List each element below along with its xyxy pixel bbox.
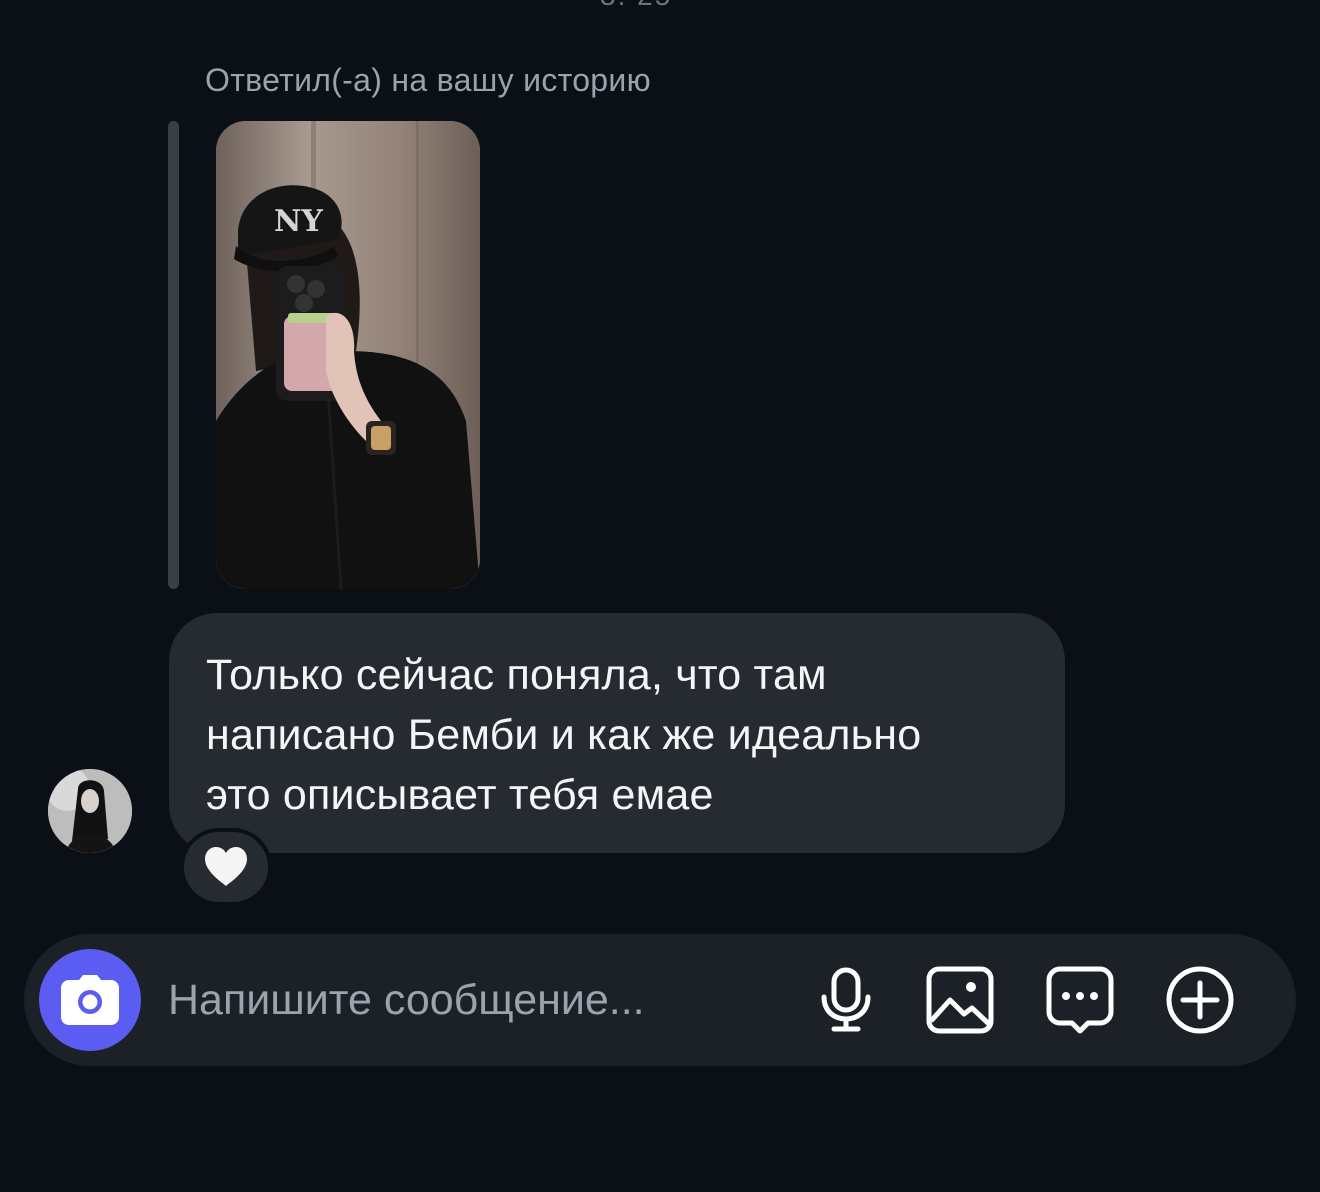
microphone-icon (821, 967, 871, 1032)
message-input[interactable] (168, 970, 728, 1030)
gallery-icon (926, 966, 994, 1034)
message-line: Только сейчас поняла, что там (206, 651, 827, 699)
sticker-button[interactable] (1042, 962, 1118, 1038)
story-reply-label: Ответил(-а) на вашу историю (205, 62, 651, 98)
sender-avatar[interactable] (48, 769, 132, 853)
more-options-button[interactable] (1162, 962, 1238, 1038)
message-text: Только сейчас поняла, что там написано Б… (206, 645, 1029, 825)
svg-text:NY: NY (274, 204, 323, 239)
story-thumbnail[interactable]: NY (216, 121, 480, 589)
message-line: написано Бемби и как же идеально (206, 711, 922, 759)
message-bubble[interactable]: Только сейчас поняла, что там написано Б… (169, 613, 1065, 853)
plus-circle-icon (1166, 966, 1234, 1034)
message-line: это описывает тебя емае (206, 771, 714, 819)
camera-button[interactable] (39, 949, 141, 1051)
reply-quote-bar (168, 121, 179, 589)
story-photo: NY (216, 121, 480, 589)
reaction-badge[interactable] (180, 828, 272, 906)
voice-message-button[interactable] (808, 962, 884, 1038)
camera-icon (61, 975, 119, 1025)
gallery-button[interactable] (922, 962, 998, 1038)
avatar-image (48, 769, 132, 853)
message-composer (24, 934, 1296, 1066)
white-heart-icon (205, 847, 247, 886)
dm-conversation-screen: 3: 25 Ответил(-а) на вашу историю (0, 0, 1320, 1192)
timestamp: 3: 25 (600, 0, 672, 12)
sticker-icon (1046, 966, 1114, 1034)
